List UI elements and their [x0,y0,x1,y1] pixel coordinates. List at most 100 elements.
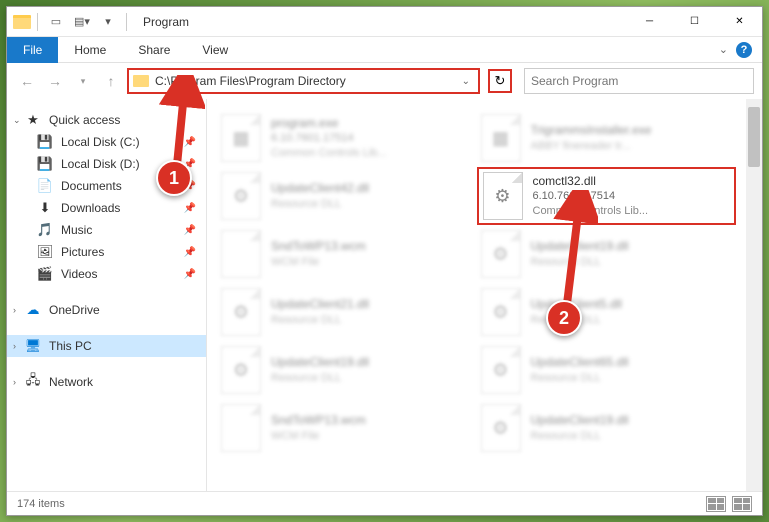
forward-button[interactable]: → [43,69,67,93]
sidebar-item-icon: 🎬 [37,266,53,282]
qat-customize-icon[interactable]: ▾ [96,10,120,34]
sidebar-item-icon: ⬇ [37,200,53,216]
navigation-bar: ← → ▾ ↑ C:\Program Files\Program Directo… [7,63,762,99]
chevron-down-icon[interactable]: ⌄ [13,115,21,126]
sidebar-item[interactable]: 🖼Pictures📌 [7,241,206,263]
file-name: UpdateClient19.dll [531,412,629,428]
file-item[interactable]: ⚙ UpdateClient19.dll Resource DLL [217,341,477,399]
file-item[interactable]: ▦ TrigrammsInstaller.exe ABBY finereader… [477,109,737,167]
file-icon: ⚙ [221,172,261,220]
file-description: Resource DLL [531,371,629,386]
file-list-area: ▦ program.exe 6.10.7601.17514 Common Con… [207,99,762,491]
search-box[interactable] [524,68,754,94]
quick-access-label: Quick access [49,113,120,127]
content-area: ⌄ ★ Quick access 💾 Local Disk (C:) 📌 💾 Local… [7,99,762,491]
address-folder-icon [133,75,149,87]
window-title: Program [143,15,189,29]
back-button[interactable]: ← [15,69,39,93]
address-dropdown-icon[interactable]: ⌄ [458,76,474,87]
file-name: UpdateClient21.dll [271,296,369,312]
sidebar-item-icon: 🎵 [37,222,53,238]
star-icon: ★ [25,112,41,128]
file-icon: ▦ [221,114,261,162]
sidebar-item-label: Downloads [61,201,120,215]
file-item[interactable]: ⚙ UpdateClient19.dll Resource DLL [477,399,737,457]
maximize-button[interactable]: ☐ [672,7,717,37]
file-name: SndToWP13.wcm [271,412,366,428]
up-button[interactable]: ↑ [99,69,123,93]
file-item[interactable]: ⚙ comctl32.dll 6.10.7601.17514 Common Co… [477,167,737,225]
file-name: TrigrammsInstaller.exe [531,122,652,138]
qat-properties-icon[interactable]: ▭ [44,10,68,34]
network-icon: 🖧 [25,374,41,390]
sidebar-item-label: Pictures [61,245,104,259]
share-tab[interactable]: Share [122,37,186,63]
chevron-right-icon[interactable]: › [13,305,16,315]
file-grid: ▦ program.exe 6.10.7601.17514 Common Con… [207,99,746,491]
file-icon: ▦ [481,114,521,162]
onedrive-label: OneDrive [49,303,100,317]
file-name: UpdateClient65.dll [531,354,629,370]
file-version: 6.10.7601.17514 [271,131,387,146]
large-icons-view-button[interactable] [732,496,752,512]
sidebar-item-label: Documents [61,179,122,193]
file-item[interactable]: SndToWP13.wcm WCM File [217,399,477,457]
file-description: WCM File [271,429,366,444]
pin-icon: 📌 [184,269,196,280]
file-description: Resource DLL [531,429,629,444]
file-item[interactable]: SndToWP13.wcm WCM File [217,225,477,283]
chevron-right-icon[interactable]: › [13,377,16,387]
home-tab[interactable]: Home [58,37,122,63]
sidebar-item-label: Local Disk (C:) [61,135,140,149]
onedrive-item[interactable]: › ☁ OneDrive [7,299,206,321]
file-icon: ⚙ [221,346,261,394]
refresh-button[interactable]: ↻ [488,69,512,93]
file-icon: ⚙ [481,288,521,336]
file-description: Resource DLL [271,371,369,386]
close-button[interactable]: ✕ [717,7,762,37]
qat-new-folder-icon[interactable]: ▤▾ [70,10,94,34]
sidebar-item[interactable]: 🎵Music📌 [7,219,206,241]
sidebar-item-icon: 📄 [37,178,53,194]
file-item[interactable]: ⚙ UpdateClient65.dll Resource DLL [477,341,737,399]
sidebar-item-icon: 🖼 [37,244,53,260]
ribbon-expand-icon[interactable]: ⌄ [719,43,728,56]
file-name: program.exe [271,115,387,131]
file-item[interactable]: ⚙ UpdateClient19.dll Resource DLL [477,225,737,283]
sidebar-item-icon: 💾 [37,134,53,150]
item-count: 174 items [17,498,65,510]
file-description: WCM File [271,255,366,270]
file-icon [221,404,261,452]
network-label: Network [49,375,93,389]
file-item[interactable]: ⚙ UpdateClient42.dll Resource DLL [217,167,477,225]
scrollbar-track[interactable] [746,99,762,491]
folder-icon [13,15,31,29]
file-item[interactable]: ⚙ UpdateClient21.dll Resource DLL [217,283,477,341]
sidebar-item-label: Music [61,223,92,237]
sidebar-item-icon: 💾 [37,156,53,172]
details-view-button[interactable] [706,496,726,512]
network-item[interactable]: › 🖧 Network [7,371,206,393]
search-input[interactable] [531,74,747,88]
file-name: SndToWP13.wcm [271,238,366,254]
recent-dropdown[interactable]: ▾ [71,69,95,93]
titlebar: ▭ ▤▾ ▾ Program ─ ☐ ✕ [7,7,762,37]
this-pc-item[interactable]: › 🖥 This PC [7,335,206,357]
minimize-button[interactable]: ─ [627,7,672,37]
file-description: Common Controls Lib... [271,146,387,161]
help-icon[interactable]: ? [736,42,752,58]
file-item[interactable]: ▦ program.exe 6.10.7601.17514 Common Con… [217,109,477,167]
sidebar-item-label: Local Disk (D:) [61,157,140,171]
sidebar-item[interactable]: ⬇ Downloads 📌 [7,197,206,219]
view-tab[interactable]: View [186,37,244,63]
ribbon: File Home Share View ⌄ ? [7,37,762,63]
file-item[interactable]: ⚙ UpdateClient5.dll Resource DLL [477,283,737,341]
file-name: UpdateClient19.dll [271,354,369,370]
sidebar-item[interactable]: 🎬Videos📌 [7,263,206,285]
file-description: ABBY finereader tr... [531,139,652,154]
chevron-right-icon[interactable]: › [13,341,16,351]
scrollbar-thumb[interactable] [748,107,760,167]
callout-arrow-1 [155,75,205,175]
file-tab[interactable]: File [7,37,58,63]
pin-icon: 📌 [184,203,196,214]
